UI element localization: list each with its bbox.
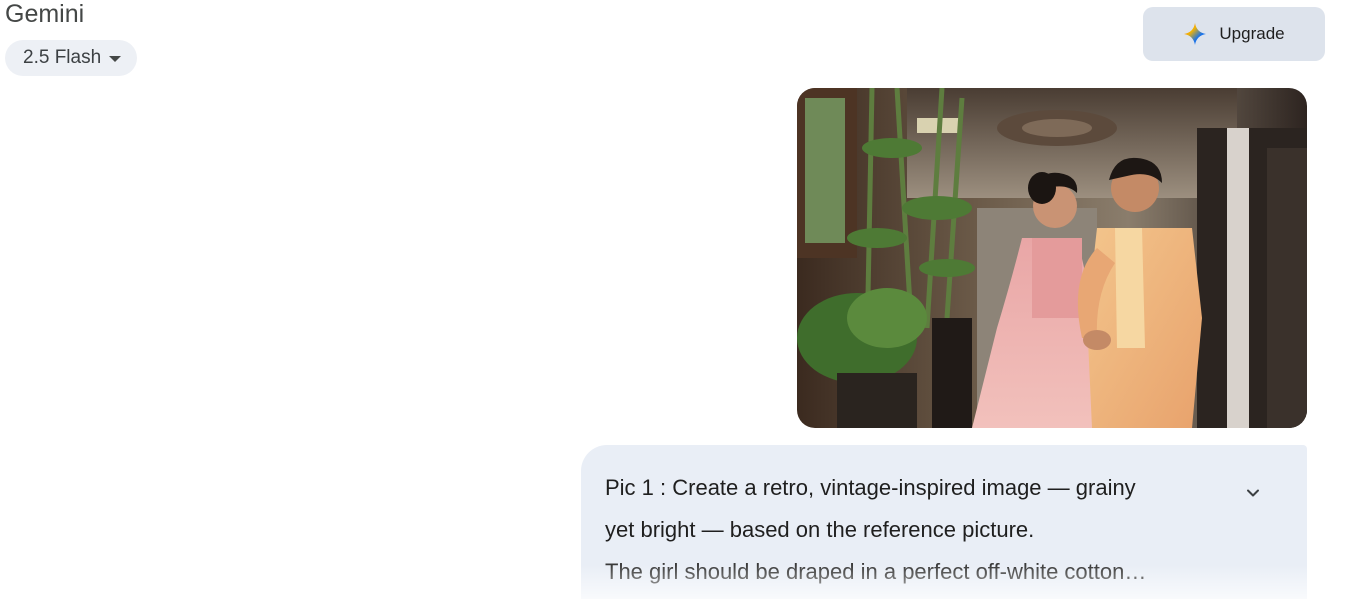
caret-down-icon (109, 56, 122, 62)
expand-message-button[interactable] (1239, 479, 1267, 507)
gemini-chat-window: Gemini 2.5 Flash Upgrade Pic 1: Create … (0, 0, 1347, 599)
model-selector[interactable]: 2.5 Flash (5, 40, 138, 76)
chevron-down-icon (1247, 489, 1259, 497)
photo-image (797, 88, 1307, 428)
message-line-2: yet bright — based on the reference pict… (605, 517, 1035, 542)
model-selector-label: 2.5 Flash (23, 47, 102, 68)
sparkle-icon (1184, 23, 1207, 45)
upgrade-button[interactable]: Upgrade (1143, 7, 1325, 61)
uploaded-photo[interactable] (797, 88, 1307, 428)
app-title: Gemini (5, 0, 85, 28)
message-line-1: Pic 1 : Create a retro, vintage-inspired… (605, 475, 1136, 500)
user-message-bubble: Pic 1 : Create a retro, vintage-inspired… (581, 445, 1307, 599)
message-line-3: The girl should be draped in a perfect o… (605, 559, 1147, 584)
upgrade-label: Upgrade (1219, 24, 1285, 43)
